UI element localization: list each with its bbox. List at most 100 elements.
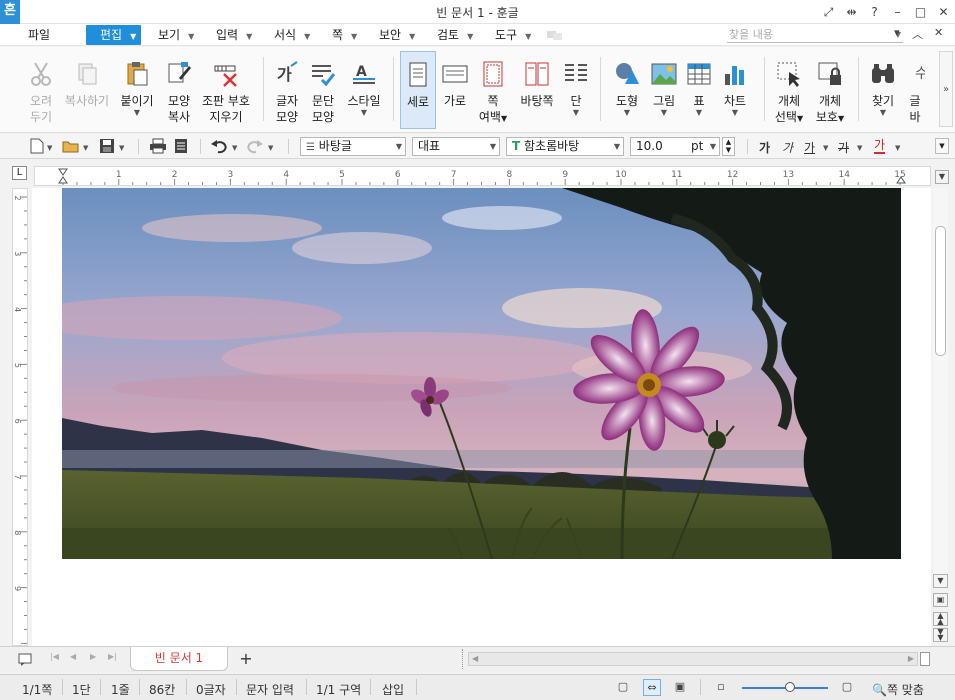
- save-icon[interactable]: [98, 138, 116, 154]
- scroll-left-icon[interactable]: ◀: [472, 654, 478, 663]
- master-page-button[interactable]: 바탕쪽: [516, 51, 558, 129]
- protect-object-button[interactable]: 개체 보호▼: [812, 51, 848, 129]
- close-doc-icon[interactable]: ✕: [934, 26, 943, 39]
- style-select[interactable]: ☰ 바탕글 ▼: [300, 137, 406, 156]
- maximize-button[interactable]: □: [909, 0, 932, 24]
- landscape-button[interactable]: 가로: [438, 51, 472, 129]
- inserted-photo[interactable]: [62, 188, 901, 559]
- toolbar-expand-button[interactable]: ▼: [935, 138, 949, 154]
- collapse-ribbon-icon[interactable]: ︿: [912, 26, 923, 42]
- bold-button[interactable]: 가: [759, 139, 770, 156]
- portrait-button[interactable]: 세로: [400, 51, 436, 129]
- ruler-toggle-button[interactable]: ▼: [935, 170, 949, 184]
- page-margin-button[interactable]: 쪽 여백▼: [475, 51, 511, 129]
- style-button[interactable]: A 스타일 ▼: [344, 51, 384, 129]
- document-tab[interactable]: 빈 문서 1: [130, 647, 228, 671]
- font-size-input[interactable]: 10.0 pt ▼: [630, 137, 720, 156]
- status-input-mode[interactable]: 문자 입력: [246, 681, 294, 698]
- open-folder-icon[interactable]: [62, 138, 80, 154]
- vertical-ruler[interactable]: 2 3 4 5 6 7 8 9: [12, 188, 28, 646]
- status-section[interactable]: 1/1 구역: [316, 681, 361, 698]
- help-icon[interactable]: ?: [863, 0, 886, 24]
- sync-icon[interactable]: [546, 29, 564, 41]
- undo-icon[interactable]: [210, 138, 228, 154]
- paste-button[interactable]: 붙이기 ▼: [117, 51, 157, 129]
- ribbon-more-button[interactable]: »: [939, 51, 953, 127]
- chevron-down-icon[interactable]: ▼: [838, 114, 844, 123]
- clear-codes-button[interactable]: 조판 부호 지우기: [201, 51, 251, 129]
- horizontal-ruler[interactable]: 1 2 3 4 5 6 7 8 9 10 11 12 13 14 15: [34, 166, 931, 186]
- chevron-down-icon[interactable]: ▼: [561, 109, 591, 117]
- format-painter-button[interactable]: 모양 복사: [160, 51, 198, 129]
- chevron-down-icon[interactable]: ▼: [232, 144, 237, 152]
- menu-security[interactable]: 보안 ▼: [375, 25, 419, 45]
- chevron-down-icon[interactable]: ▼: [823, 144, 828, 152]
- minimize-button[interactable]: –: [886, 0, 909, 24]
- prev-tab-icon[interactable]: ◀: [70, 652, 76, 661]
- find-button[interactable]: 찾기 ▼: [865, 51, 901, 129]
- vertical-scrollbar[interactable]: [933, 188, 948, 574]
- strikethrough-button[interactable]: 가: [838, 139, 849, 156]
- chevron-down-icon[interactable]: ▼: [683, 109, 715, 117]
- chevron-down-icon[interactable]: ▼: [895, 144, 900, 152]
- chevron-down-icon[interactable]: ▼: [47, 144, 52, 152]
- chevron-down-icon[interactable]: ▼: [648, 109, 680, 117]
- picture-button[interactable]: 그림 ▼: [648, 51, 680, 129]
- scroll-right-icon[interactable]: ▶: [908, 654, 914, 663]
- status-col-pos[interactable]: 86칸: [149, 681, 175, 698]
- zoom-fit-button[interactable]: 🔍쪽 맞춤: [872, 681, 924, 698]
- zoom-in-icon[interactable]: ▢: [838, 679, 856, 696]
- chevron-down-icon[interactable]: ▼: [865, 109, 901, 117]
- menu-tools[interactable]: 도구 ▼: [491, 25, 535, 45]
- menu-view[interactable]: 보기 ▼: [154, 25, 198, 45]
- table-button[interactable]: 표 ▼: [683, 51, 715, 129]
- indent-marker[interactable]: [58, 168, 68, 184]
- chevron-down-icon[interactable]: ▼: [718, 109, 752, 117]
- next-tab-icon[interactable]: ▶: [90, 652, 96, 661]
- columns-button[interactable]: 단 ▼: [561, 51, 591, 129]
- cut-button[interactable]: 오려 두기: [22, 51, 60, 129]
- document-page[interactable]: [32, 188, 931, 646]
- redo-icon[interactable]: [246, 138, 264, 154]
- first-tab-icon[interactable]: |◀: [50, 652, 59, 661]
- chart-button[interactable]: 차트 ▼: [718, 51, 752, 129]
- zoom-slider-handle[interactable]: [785, 682, 795, 692]
- select-object-button[interactable]: 개체 선택▼: [771, 51, 807, 129]
- split-handle[interactable]: [462, 649, 464, 669]
- menu-insert[interactable]: 입력 ▼: [212, 25, 256, 45]
- font-select[interactable]: T 함초롬바탕 ▼: [506, 137, 624, 156]
- search-dropdown-icon[interactable]: ▾: [894, 26, 900, 39]
- underline-button[interactable]: 가: [804, 139, 815, 156]
- fullscreen-icon[interactable]: ⤢: [817, 0, 840, 24]
- tab-type-button[interactable]: L: [12, 166, 27, 180]
- language-select[interactable]: 대표 ▼: [412, 137, 500, 156]
- para-shape-button[interactable]: 문단 모양: [306, 51, 340, 129]
- status-insert-mode[interactable]: 삽입: [382, 681, 404, 698]
- menu-page[interactable]: 쪽 ▼: [328, 25, 361, 45]
- status-line[interactable]: 1줄: [111, 681, 130, 698]
- preview-icon[interactable]: [172, 138, 190, 154]
- menu-edit[interactable]: 편집 ▼: [86, 25, 141, 45]
- print-icon[interactable]: [149, 138, 167, 154]
- font-color-button[interactable]: 가: [874, 139, 886, 154]
- vertical-scrollbar-thumb[interactable]: [935, 226, 946, 356]
- chevron-down-icon[interactable]: ▼: [83, 144, 88, 152]
- status-char-count[interactable]: 0글자: [196, 681, 226, 698]
- copy-button[interactable]: 복사하기: [62, 51, 112, 129]
- char-shape-button[interactable]: 가 글자 모양: [270, 51, 304, 129]
- split-view-button[interactable]: [920, 652, 930, 666]
- normal-view-icon[interactable]: ▢: [614, 679, 632, 696]
- zoom-out-icon[interactable]: ▫: [712, 679, 730, 696]
- chevron-down-icon[interactable]: ▼: [501, 114, 507, 123]
- memo-icon[interactable]: [18, 653, 32, 666]
- add-tab-button[interactable]: +: [233, 648, 259, 670]
- status-column[interactable]: 1단: [72, 681, 91, 698]
- full-page-view-icon[interactable]: ▣: [671, 679, 689, 696]
- font-size-stepper[interactable]: ▲ ▼: [722, 137, 735, 156]
- page-width-view-icon[interactable]: ⇔: [643, 679, 661, 696]
- close-button[interactable]: ✕: [932, 0, 955, 24]
- chevron-down-icon[interactable]: ▼: [607, 109, 647, 117]
- status-page[interactable]: 1/1쪽: [22, 681, 52, 698]
- new-document-icon[interactable]: [28, 138, 46, 154]
- chevron-down-icon[interactable]: ▼: [117, 109, 157, 117]
